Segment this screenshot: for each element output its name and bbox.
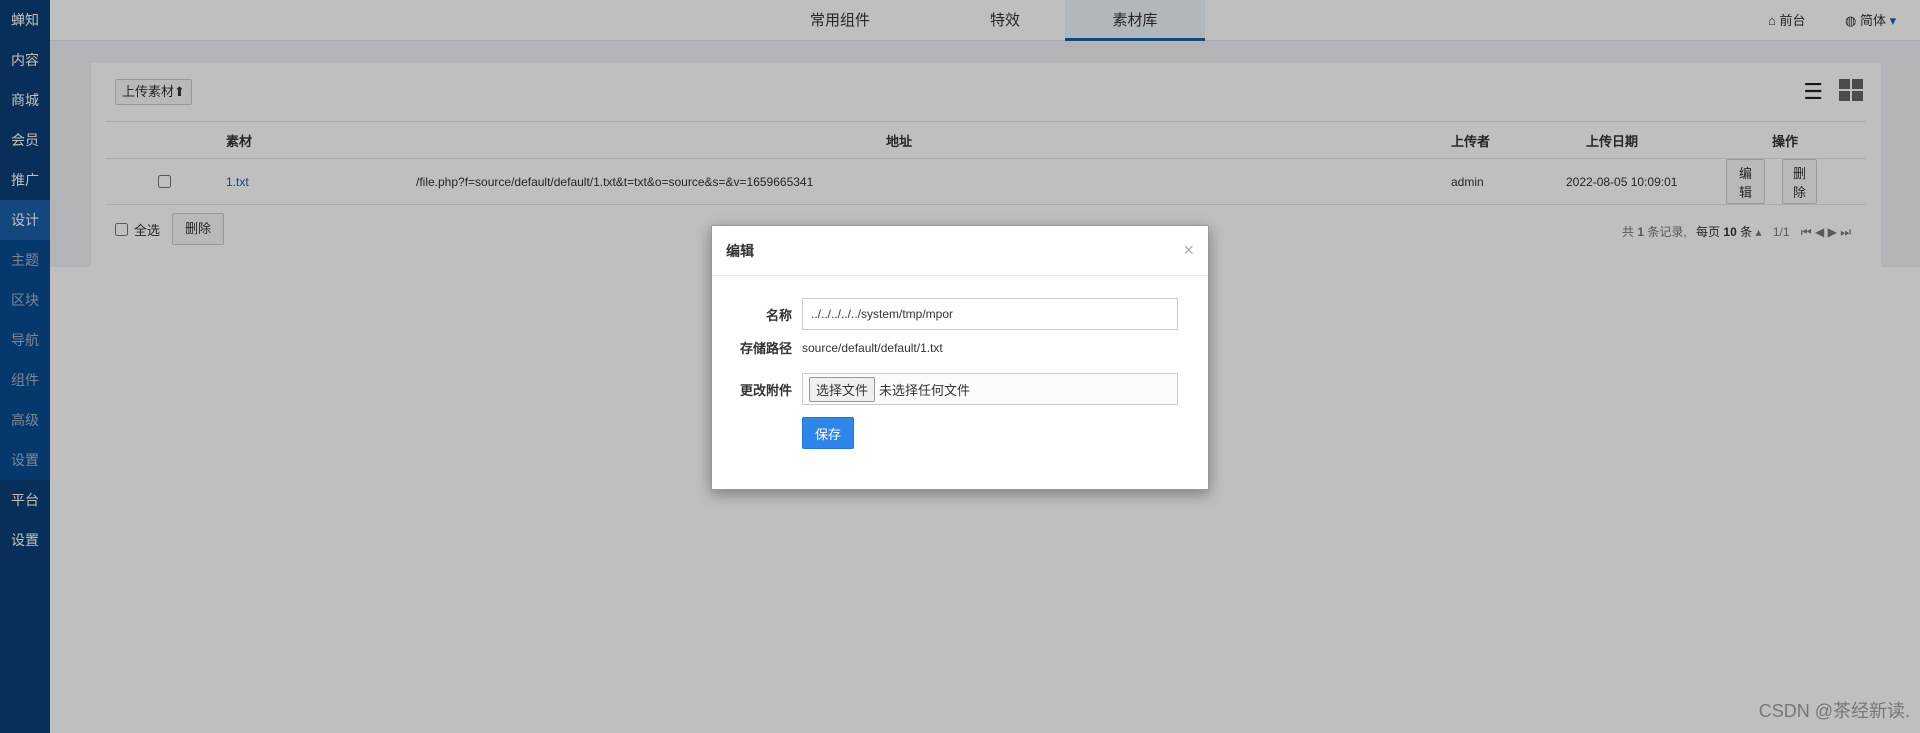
name-label: 名称 — [765, 307, 792, 323]
file-status: 未选择任何文件 — [879, 382, 971, 398]
file-input[interactable]: 选择文件 未选择任何文件 — [802, 373, 1178, 405]
edit-modal: 编辑 × 名称 存储路径 source/default/default/1.tx… — [711, 225, 1209, 490]
name-input[interactable] — [802, 298, 1178, 330]
storage-path-value: source/default/default/1.txt — [802, 340, 943, 355]
close-icon[interactable]: × — [1183, 240, 1194, 261]
modal-header: 编辑 × — [712, 226, 1208, 276]
storage-path-label: 存储路径 — [739, 341, 792, 356]
watermark: CSDN @茶经新读. — [1758, 701, 1910, 721]
attachment-label: 更改附件 — [739, 382, 792, 398]
choose-file-button[interactable]: 选择文件 — [809, 376, 876, 402]
save-button[interactable]: 保存 — [802, 417, 854, 449]
modal-title: 编辑 — [726, 242, 754, 259]
